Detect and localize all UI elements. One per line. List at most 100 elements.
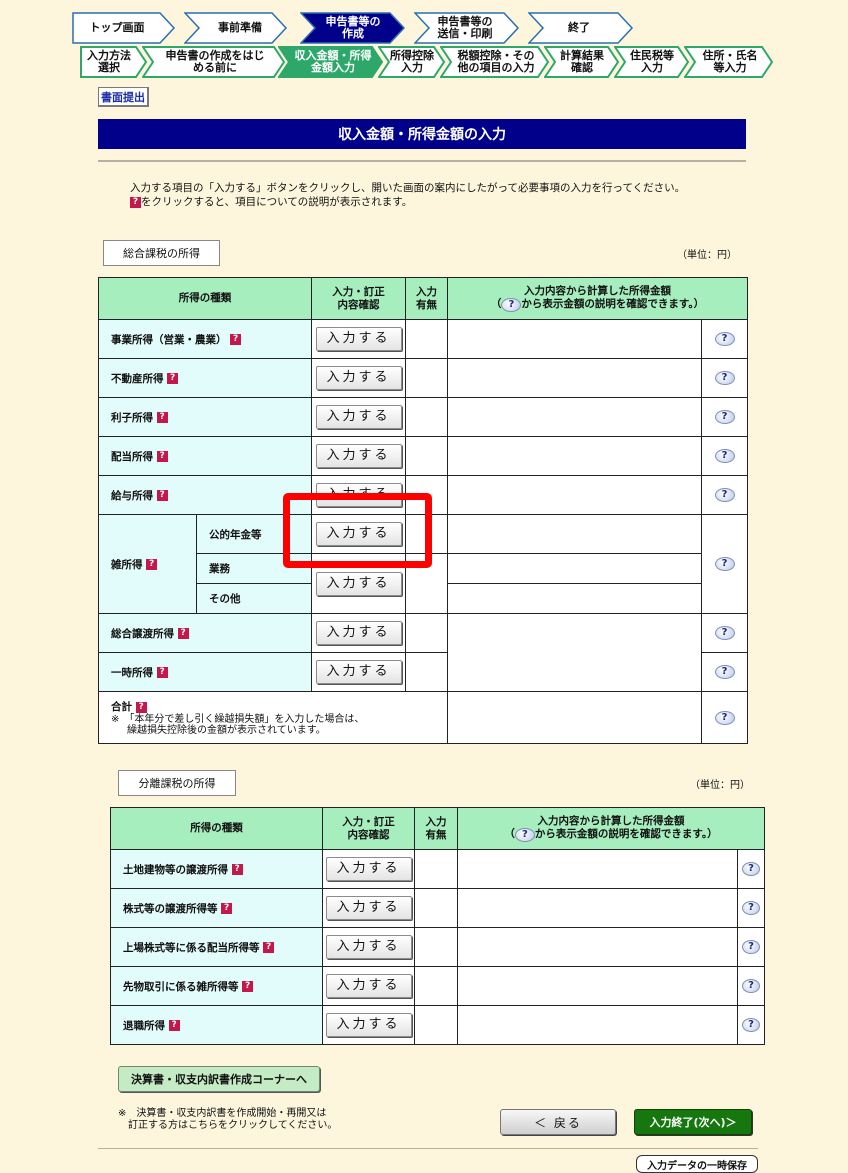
header-amount: 入力内容から計算した所得金額 （? から表示金額の説明を確認できます。）	[446, 277, 749, 320]
help-icon[interactable]: ?	[714, 710, 735, 725]
header-amount: 入力内容から計算した所得金額 （? から表示金額の説明を確認できます。）	[456, 807, 766, 850]
substep-tax-credit-label: 税額控除・その 他の項目の入力	[457, 49, 535, 74]
button-cell: 入力する	[311, 358, 406, 398]
input-temporary-button[interactable]: 入力する	[315, 660, 402, 684]
help-icon[interactable]: ?	[742, 940, 760, 954]
help-icon[interactable]: ?	[714, 557, 735, 571]
input-general-transfer-button[interactable]: 入力する	[315, 621, 402, 645]
instruction-line-2: をクリックすると、項目についての説明が表示されます。	[141, 196, 413, 208]
row-text: 退職所得	[123, 1019, 165, 1032]
amount-cell	[457, 888, 738, 928]
help-icon[interactable]: ?	[742, 862, 760, 876]
separate-income-table: 所得の種類 入力・訂正 内容確認 入力 有無 入力内容から計算した所得金額 （?…	[110, 807, 766, 1045]
input-futures-button[interactable]: 入力する	[325, 974, 412, 998]
row-label-listed-dividend: 上場株式等に係る配当所得等 ?	[110, 927, 323, 967]
input-misc-other-button[interactable]: 入力する	[315, 571, 402, 596]
button-cell: 入力する	[322, 927, 415, 967]
input-stocks-button[interactable]: 入力する	[325, 896, 412, 920]
help-cell: ?	[700, 652, 749, 692]
input-listed-dividend-button[interactable]: 入力する	[325, 935, 412, 959]
temp-save-button[interactable]: 入力データの一時保存	[636, 1155, 758, 1173]
help-icon[interactable]: ?	[742, 901, 760, 915]
button-cell: 入力する	[311, 652, 406, 692]
header-paren: （	[504, 828, 515, 840]
help-cell: ?	[700, 613, 749, 653]
step-send-print-label: 申告書等の 送信・印刷	[437, 15, 493, 40]
row-text: 上場株式等に係る配当所得等	[123, 941, 260, 954]
help-icon[interactable]: ?	[742, 1018, 760, 1032]
row-label-interest: 利子所得 ?	[98, 397, 312, 437]
row-label-real-estate: 不動産所得 ?	[98, 358, 312, 398]
financial-statement-corner-button[interactable]: 決算書・収支内訳書作成コーナーへ	[118, 1066, 320, 1092]
presence-cell	[405, 319, 448, 359]
question-icon[interactable]: ?	[263, 942, 275, 953]
row-label-general-transfer: 総合譲渡所得 ?	[98, 613, 312, 653]
help-icon[interactable]: ?	[714, 665, 735, 679]
row-label-stocks: 株式等の譲渡所得等 ?	[110, 888, 323, 928]
help-cell: ?	[700, 358, 749, 398]
substep-input-method-label: 入力方法 選択	[87, 49, 131, 74]
question-icon[interactable]: ?	[230, 334, 242, 345]
question-icon[interactable]: ?	[156, 667, 168, 678]
help-cell: ?	[700, 397, 749, 437]
amount-cell	[447, 319, 702, 359]
header-confirm: 入力・訂正 内容確認	[322, 807, 415, 850]
header-presence: 入力 有無	[414, 807, 458, 850]
presence-cell	[414, 966, 458, 1006]
question-icon[interactable]: ?	[221, 903, 233, 914]
help-icon[interactable]: ?	[714, 371, 735, 385]
divider	[98, 1148, 758, 1149]
question-icon[interactable]: ?	[156, 412, 168, 423]
amount-cell	[457, 966, 738, 1006]
header-income-type: 所得の種類	[110, 807, 323, 850]
question-icon[interactable]: ?	[167, 373, 179, 384]
back-button[interactable]: ＜ 戻る	[500, 1109, 616, 1135]
row-label-dividend: 配当所得 ?	[98, 436, 312, 476]
amount-cell	[457, 1005, 738, 1045]
input-dividend-button[interactable]: 入力する	[315, 444, 402, 468]
row-text: 土地建物等の譲渡所得	[123, 863, 228, 876]
table-row: 退職所得 ? 入力する ?	[110, 1005, 766, 1045]
presence-cell	[414, 927, 458, 967]
input-interest-button[interactable]: 入力する	[315, 405, 402, 429]
question-icon[interactable]: ?	[135, 701, 147, 713]
row-text: 株式等の譲渡所得等	[123, 902, 218, 915]
button-cell: 入力する	[322, 1005, 415, 1045]
question-icon[interactable]: ?	[156, 490, 168, 501]
substep-result-check-label: 計算結果 確認	[560, 49, 604, 74]
presence-cell	[405, 436, 448, 476]
question-icon: ?	[130, 196, 141, 208]
row-label-futures: 先物取引に係る雑所得等 ?	[110, 966, 323, 1006]
row-text: 総合譲渡所得	[111, 627, 174, 640]
button-cell: 入力する	[322, 888, 415, 928]
question-icon[interactable]: ?	[146, 559, 158, 570]
input-business-button[interactable]: 入力する	[315, 327, 402, 351]
input-land-building-button[interactable]: 入力する	[325, 857, 412, 881]
input-real-estate-button[interactable]: 入力する	[315, 366, 402, 390]
help-icon[interactable]: ?	[714, 410, 735, 424]
presence-cell	[405, 652, 448, 692]
help-icon[interactable]: ?	[714, 488, 735, 502]
help-cell: ?	[700, 436, 749, 476]
help-cell: ?	[700, 319, 749, 359]
header-confirm: 入力・訂正 内容確認	[311, 277, 406, 320]
help-icon[interactable]: ?	[714, 626, 735, 640]
amount-cell	[447, 613, 702, 692]
question-icon[interactable]: ?	[242, 981, 254, 992]
amount-cell	[447, 397, 702, 437]
paper-submit-button[interactable]: 書面提出	[98, 87, 149, 107]
question-icon[interactable]: ?	[156, 451, 168, 462]
help-icon[interactable]: ?	[742, 979, 760, 993]
header-presence: 入力 有無	[405, 277, 448, 320]
unit-label: （単位：円）	[677, 250, 737, 261]
question-icon[interactable]: ?	[231, 864, 243, 875]
row-text: 一時所得	[111, 666, 153, 679]
next-button[interactable]: 入力終了(次へ)＞	[634, 1109, 752, 1135]
input-retirement-button[interactable]: 入力する	[325, 1013, 412, 1037]
help-icon[interactable]: ?	[714, 449, 735, 463]
help-icon[interactable]: ?	[714, 332, 735, 346]
question-icon[interactable]: ?	[168, 1020, 180, 1031]
row-text: 雑所得	[111, 558, 143, 571]
question-icon[interactable]: ?	[177, 628, 189, 639]
table-row: 株式等の譲渡所得等 ? 入力する ?	[110, 888, 766, 928]
